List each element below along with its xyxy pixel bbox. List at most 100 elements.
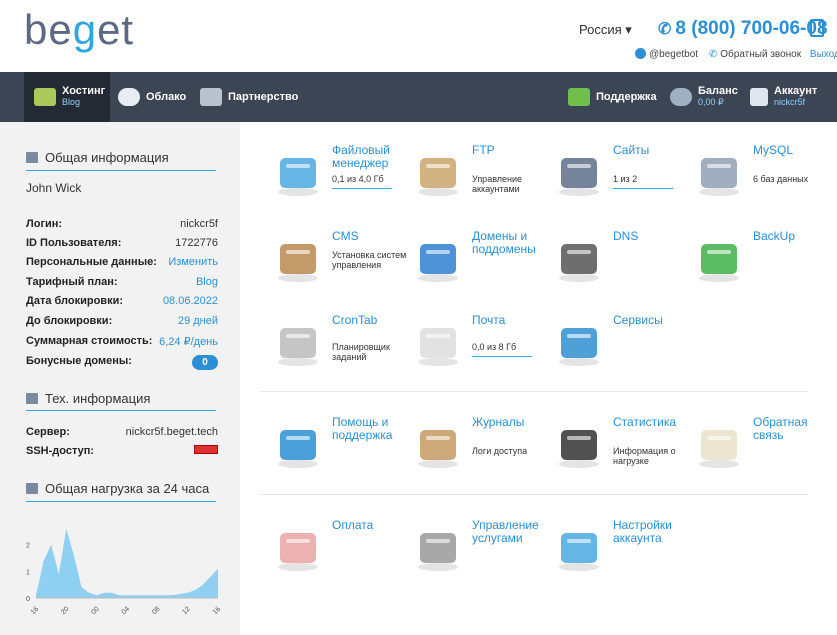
dns-globe-icon [553, 234, 605, 286]
bonus-badge[interactable]: 0 [192, 355, 218, 370]
info-icon [26, 152, 38, 163]
tile-title[interactable]: Помощь и поддержка [332, 416, 408, 442]
tile-desc: Информация о нагрузке [613, 446, 676, 466]
tile-title[interactable]: FTP [472, 144, 548, 157]
tile-title[interactable]: MySQL [753, 144, 829, 157]
telegram-link[interactable]: @begetbot [649, 49, 698, 60]
nav-balance[interactable]: Баланс 0,00 ₽ [670, 72, 738, 122]
coins-icon [670, 88, 692, 106]
clock-icon [272, 318, 324, 370]
ssh-toggle[interactable] [194, 445, 218, 454]
nav-partnership[interactable]: Партнерство [200, 72, 298, 122]
tile-account-settings[interactable]: Настройки аккаунта [553, 515, 693, 585]
tile-desc: 0,0 из 8 Гб [472, 342, 517, 352]
phone-icon: ✆ [658, 21, 672, 38]
x-tick-label: 04 [121, 606, 132, 617]
tile-title[interactable]: Оплата [332, 519, 408, 532]
callback-link[interactable]: Обратный звонок [720, 49, 801, 60]
exit-link[interactable]: Выход [810, 49, 837, 60]
load-chart: 01216 20 00 04 08 12 16 [26, 528, 222, 617]
tile-globe-keys[interactable]: Домены и поддомены [412, 226, 552, 296]
phone-number[interactable]: ✆ 8 (800) 700-06-08 [658, 18, 828, 40]
user-name: John Wick [26, 181, 82, 195]
section-divider [260, 494, 808, 495]
beget-logo[interactable]: beget [24, 6, 134, 54]
globe-keys-icon [412, 234, 464, 286]
divider [26, 501, 216, 502]
tile-mail[interactable]: Почта 0,0 из 8 Гб [412, 310, 552, 380]
mail-icon [412, 318, 464, 370]
tile-title[interactable]: Настройки аккаунта [613, 519, 689, 545]
plan-link[interactable]: Blog [196, 276, 218, 288]
x-tick-label: 20 [60, 606, 71, 617]
divider [26, 170, 216, 171]
edit-personal-link[interactable]: Изменить [168, 256, 218, 268]
chart-board-icon [553, 420, 605, 472]
tile-title[interactable]: Почта [472, 314, 548, 327]
tile-desc: 6 баз данных [753, 174, 809, 184]
tile-title[interactable]: CronTab [332, 314, 408, 327]
tile-title[interactable]: Статистика [613, 416, 689, 429]
tile-title[interactable]: Управление услугами [472, 519, 548, 545]
sites-stack-icon [553, 148, 605, 200]
info-row-plan: Тарифный план: Blog [26, 276, 218, 288]
region-selector[interactable]: Россия ▾ [579, 22, 632, 38]
tile-desc: Планировщик заданий [332, 342, 390, 362]
tile-logs-box[interactable]: Журналы Логи доступа [412, 412, 552, 482]
tile-title[interactable]: Сайты [613, 144, 689, 157]
folder-icon [272, 148, 324, 200]
tile-dns-globe[interactable]: DNS [553, 226, 693, 296]
tile-folder[interactable]: Файловый менеджер 0,1 из 4,0 Гб [272, 140, 412, 210]
divider [26, 410, 216, 411]
tile-title[interactable]: Домены и поддомены [472, 230, 548, 256]
tile-feedback-pen[interactable]: Обратная связь [693, 412, 833, 482]
tile-title[interactable]: CMS [332, 230, 408, 243]
account-settings-icon [553, 523, 605, 575]
tile-title[interactable]: Файловый менеджер [332, 144, 408, 170]
support-icon [568, 88, 590, 106]
tile-title[interactable]: DNS [613, 230, 689, 243]
load-chart-icon [26, 483, 38, 494]
tile-cms-box[interactable]: CMS Установка систем управления [272, 226, 412, 296]
tile-whale[interactable]: Сервисы [553, 310, 693, 380]
info-row-server: Сервер: nickcr5f.beget.tech [26, 426, 218, 438]
info-row-bonus: Бонусные домены: 0 [26, 355, 218, 370]
logs-box-icon [412, 420, 464, 472]
tile-services-column[interactable]: Управление услугами [412, 515, 552, 585]
info-row-block-date: Дата блокировки: 08.06.2022 [26, 295, 218, 307]
y-tick-label: 2 [26, 543, 30, 550]
x-tick-label: 08 [151, 606, 162, 617]
tile-database[interactable]: MySQL 6 баз данных [693, 140, 833, 210]
tile-sites-stack[interactable]: Сайты 1 из 2 [553, 140, 693, 210]
section-divider [260, 391, 808, 392]
nav-support[interactable]: Поддержка [568, 72, 657, 122]
info-row-cost: Суммарная стоимость: 6,24 ₽/день [26, 335, 218, 348]
tile-ftp-folder[interactable]: FTP Управление аккаунтами [412, 140, 552, 210]
info-row-personal: Персональные данные: Изменить [26, 256, 218, 268]
info-row-login: Логин: nickcr5f [26, 218, 218, 230]
tile-title[interactable]: BackUp [753, 230, 829, 243]
contact-line: @begetbot ✆ Обратный звонок Выход [635, 48, 837, 60]
tile-title[interactable]: Журналы [472, 416, 548, 429]
nav-cloud[interactable]: Облако [118, 72, 186, 122]
load-title: Общая нагрузка за 24 часа [26, 481, 209, 496]
x-tick-label: 12 [181, 606, 192, 617]
info-row-until-block: До блокировки: 29 дней [26, 315, 218, 327]
tile-title[interactable]: Сервисы [613, 314, 689, 327]
book-icon[interactable] [810, 19, 824, 37]
header: beget Россия ▾ ✆ 8 (800) 700-06-08 @beget… [0, 0, 837, 72]
x-tick-label: 16 [212, 606, 222, 617]
cloud-icon [118, 88, 140, 106]
tile-help-bubbles[interactable]: Помощь и поддержка [272, 412, 412, 482]
feedback-pen-icon [693, 420, 745, 472]
tile-piggy-bank[interactable]: Оплата [272, 515, 412, 585]
nav-account[interactable]: Аккаунт nickcr5f [750, 72, 817, 122]
y-tick-label: 1 [26, 569, 30, 576]
piggy-bank-icon [272, 523, 324, 575]
tile-chart-board[interactable]: Статистика Информация о нагрузке [553, 412, 693, 482]
hosting-icon [34, 88, 56, 106]
tile-title[interactable]: Обратная связь [753, 416, 829, 442]
tile-backup[interactable]: BackUp [693, 226, 833, 296]
nav-hosting[interactable]: Хостинг Blog [24, 72, 110, 122]
tile-clock[interactable]: CronTab Планировщик заданий [272, 310, 412, 380]
